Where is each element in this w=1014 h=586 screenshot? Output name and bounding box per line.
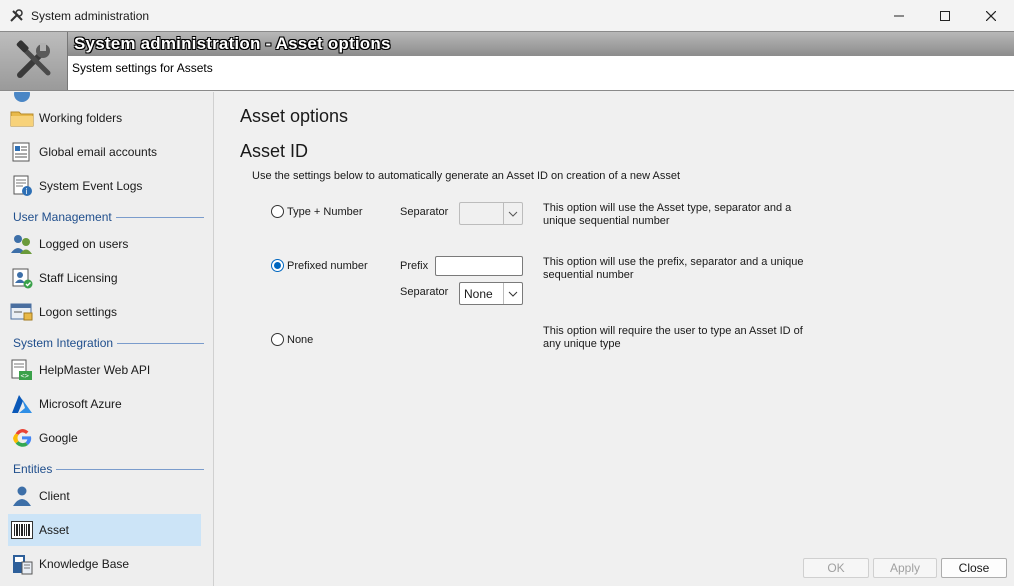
close-window-button[interactable] [968, 0, 1014, 31]
minimize-button[interactable] [876, 0, 922, 31]
banner-title: System administration - Asset options [68, 32, 1014, 56]
radio-none[interactable]: None [271, 333, 313, 346]
window-title: System administration [31, 8, 150, 23]
radio-circle [271, 333, 284, 346]
type-number-separator-select[interactable] [459, 202, 523, 225]
sidebar-item-label: System Event Logs [39, 179, 143, 193]
sidebar-item-label: Asset [39, 523, 70, 537]
radio-label: None [287, 333, 314, 346]
sidebar-item-label: Microsoft Azure [39, 397, 122, 411]
barcode-icon [10, 518, 34, 542]
group-entities: Entities [13, 461, 204, 477]
banner-subtitle: System settings for Assets [72, 61, 213, 75]
sidebar-item-asset[interactable]: Asset [8, 514, 201, 546]
maximize-button[interactable] [922, 0, 968, 31]
staff-licensing-icon [10, 266, 34, 290]
group-system-integration: System Integration [13, 335, 204, 351]
close-icon [986, 10, 996, 21]
event-log-icon: i [10, 174, 34, 198]
sidebar-item-client[interactable]: Client [8, 480, 201, 512]
sidebar-item-global-email[interactable]: Global email accounts [8, 136, 201, 168]
group-label: User Management [13, 210, 112, 224]
group-user-management: User Management [13, 209, 204, 225]
logged-users-icon [10, 232, 34, 256]
sidebar-item-logon-settings[interactable]: Logon settings [8, 296, 201, 328]
radio-type-number[interactable]: Type + Number [271, 205, 363, 218]
sidebar-item-label: Staff Licensing [39, 271, 118, 285]
separator-label: Separator [400, 286, 449, 298]
page-title: Asset options [240, 106, 349, 126]
sidebar-item-staff-licensing[interactable]: Staff Licensing [8, 262, 201, 294]
sidebar-item-system-event-logs[interactable]: i System Event Logs [8, 170, 201, 202]
chevron-down-icon [503, 283, 522, 304]
sidebar-item-knowledge-base[interactable]: Knowledge Base [8, 548, 201, 580]
group-divider [115, 216, 204, 218]
prefix-label: Prefix [400, 260, 429, 272]
svg-text:<>: <> [21, 372, 29, 380]
google-icon [10, 426, 34, 450]
azure-icon [10, 392, 34, 416]
sidebar-item-label: HelpMaster Web API [39, 363, 151, 377]
logon-settings-icon [10, 300, 34, 324]
sidebar: Working folders Global email accounts i … [0, 92, 214, 586]
radio-label: Prefixed number [287, 259, 368, 272]
radio-circle [271, 259, 284, 272]
web-api-icon: <> [10, 358, 34, 382]
tools-large-icon [0, 32, 68, 90]
radio-prefixed-number[interactable]: Prefixed number [271, 259, 368, 272]
ok-button[interactable]: OK [803, 558, 869, 578]
radio-label: Type + Number [287, 205, 363, 218]
knowledge-base-icon [10, 552, 34, 576]
chevron-down-icon [503, 203, 522, 224]
sidebar-item-label: Client [39, 489, 70, 503]
none-note: This option will require the user to typ… [543, 325, 803, 350]
separator-label: Separator [400, 206, 449, 218]
prefixed-number-note: This option will use the prefix, separat… [543, 256, 804, 281]
title-bar: System administration [0, 0, 1014, 31]
group-divider [117, 342, 204, 344]
sidebar-item-label: Logon settings [39, 305, 118, 319]
section-description: Use the settings below to automatically … [252, 170, 681, 182]
main-panel: Asset options Asset ID Use the settings … [215, 92, 1014, 586]
prefix-input[interactable] [435, 256, 523, 276]
sidebar-item-microsoft-azure[interactable]: Microsoft Azure [8, 388, 201, 420]
sidebar-item-label: Global email accounts [39, 145, 158, 159]
radio-circle [271, 205, 284, 218]
sidebar-item-working-folders[interactable]: Working folders [8, 102, 201, 134]
type-number-note: This option will use the Asset type, sep… [543, 202, 792, 227]
minimize-icon [894, 15, 904, 16]
sidebar-item-label: Working folders [39, 111, 123, 125]
folder-icon [10, 106, 34, 130]
group-label: System Integration [13, 336, 114, 350]
sidebar-item-logged-on-users[interactable]: Logged on users [8, 228, 201, 260]
prefixed-separator-select[interactable]: None [459, 282, 523, 305]
group-label: Entities [13, 462, 53, 476]
email-accounts-icon [10, 140, 34, 164]
section-title: Asset ID [240, 141, 309, 161]
sidebar-item-helpmaster-web-api[interactable]: <> HelpMaster Web API [8, 354, 201, 386]
sidebar-item-label: Logged on users [39, 237, 129, 251]
sidebar-item-label: Knowledge Base [39, 557, 130, 571]
close-button[interactable]: Close [941, 558, 1007, 578]
apply-button[interactable]: Apply [873, 558, 937, 578]
tools-icon [9, 8, 25, 24]
header-banner: System administration - Asset options Sy… [0, 31, 1014, 91]
svg-text:i: i [26, 187, 28, 196]
sidebar-item-google[interactable]: Google [8, 422, 201, 454]
select-value: None [464, 286, 493, 301]
group-divider [56, 468, 204, 470]
client-icon [10, 484, 34, 508]
sidebar-item-label: Google [39, 431, 78, 445]
maximize-icon [940, 10, 950, 21]
